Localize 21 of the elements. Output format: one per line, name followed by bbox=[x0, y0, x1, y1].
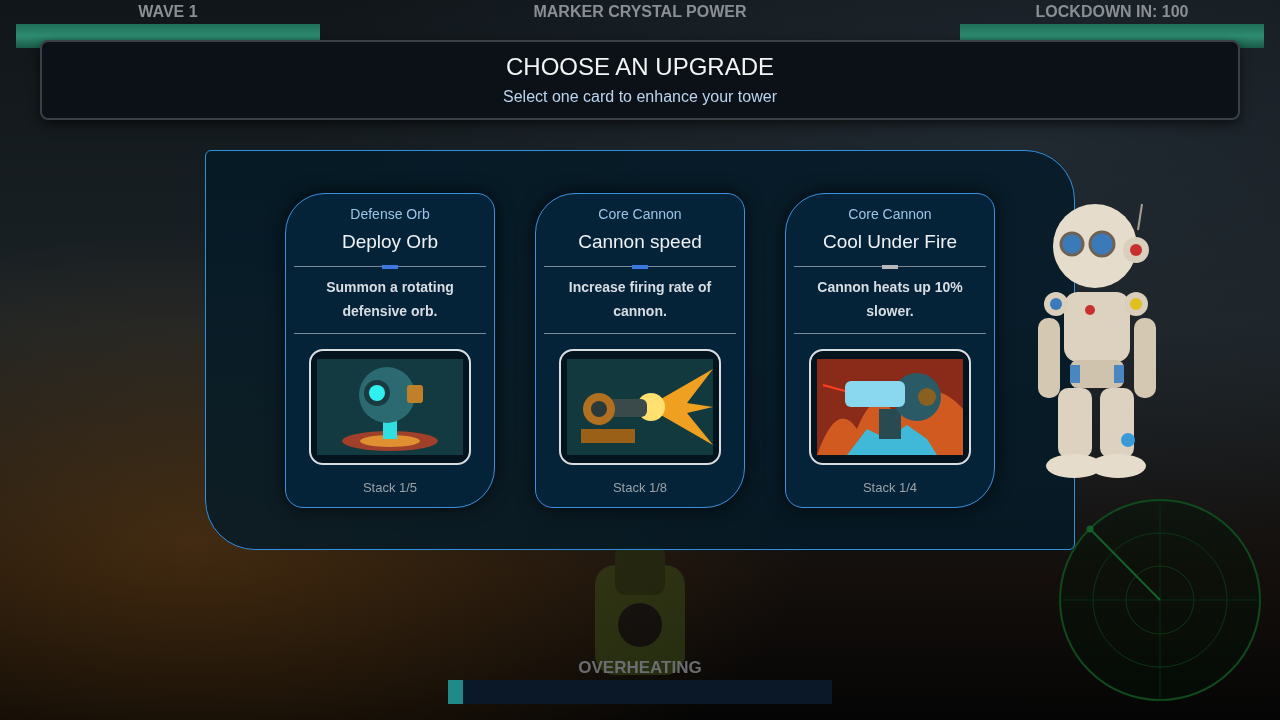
stack-count: Stack 1/4 bbox=[862, 478, 918, 497]
lockdown-label: LOCKDOWN IN: 100 bbox=[1035, 2, 1189, 22]
upgrade-card[interactable]: Core Cannon Cannon speed Increase firing rate of cannon. Stack 1/8 bbox=[535, 192, 745, 508]
overheating-label: OVERHEATING bbox=[577, 657, 703, 679]
crystal-power-label: MARKER CRYSTAL POWER bbox=[533, 2, 747, 22]
upgrade-title: CHOOSE AN UPGRADE bbox=[505, 53, 775, 81]
upgrade-card[interactable]: Core Cannon Cool Under Fire Cannon heats up 10% slower. Stack 1/4 bbox=[785, 192, 995, 508]
upgrade-subtitle: Select one card to enhance your tower bbox=[503, 87, 777, 107]
stack-count: Stack 1/5 bbox=[362, 478, 418, 497]
card-category: Core Cannon bbox=[598, 204, 682, 224]
upgrade-card[interactable]: Defense Orb Deploy Orb Summon a rotating defensive orb. Stack 1/5 bbox=[285, 192, 495, 508]
stack-count: Stack 1/8 bbox=[612, 478, 668, 497]
card-title: Cool Under Fire bbox=[822, 229, 958, 254]
card-category: Core Cannon bbox=[848, 204, 932, 224]
wave-label: WAVE 1 bbox=[138, 2, 198, 22]
card-description: Increase firing rate of cannon. bbox=[567, 277, 713, 321]
card-description: Summon a rotating defensive orb. bbox=[325, 277, 455, 321]
card-title: Deploy Orb bbox=[341, 229, 439, 254]
card-title: Cannon speed bbox=[578, 229, 702, 254]
card-description: Cannon heats up 10% slower. bbox=[816, 277, 964, 321]
card-category: Defense Orb bbox=[350, 204, 430, 224]
